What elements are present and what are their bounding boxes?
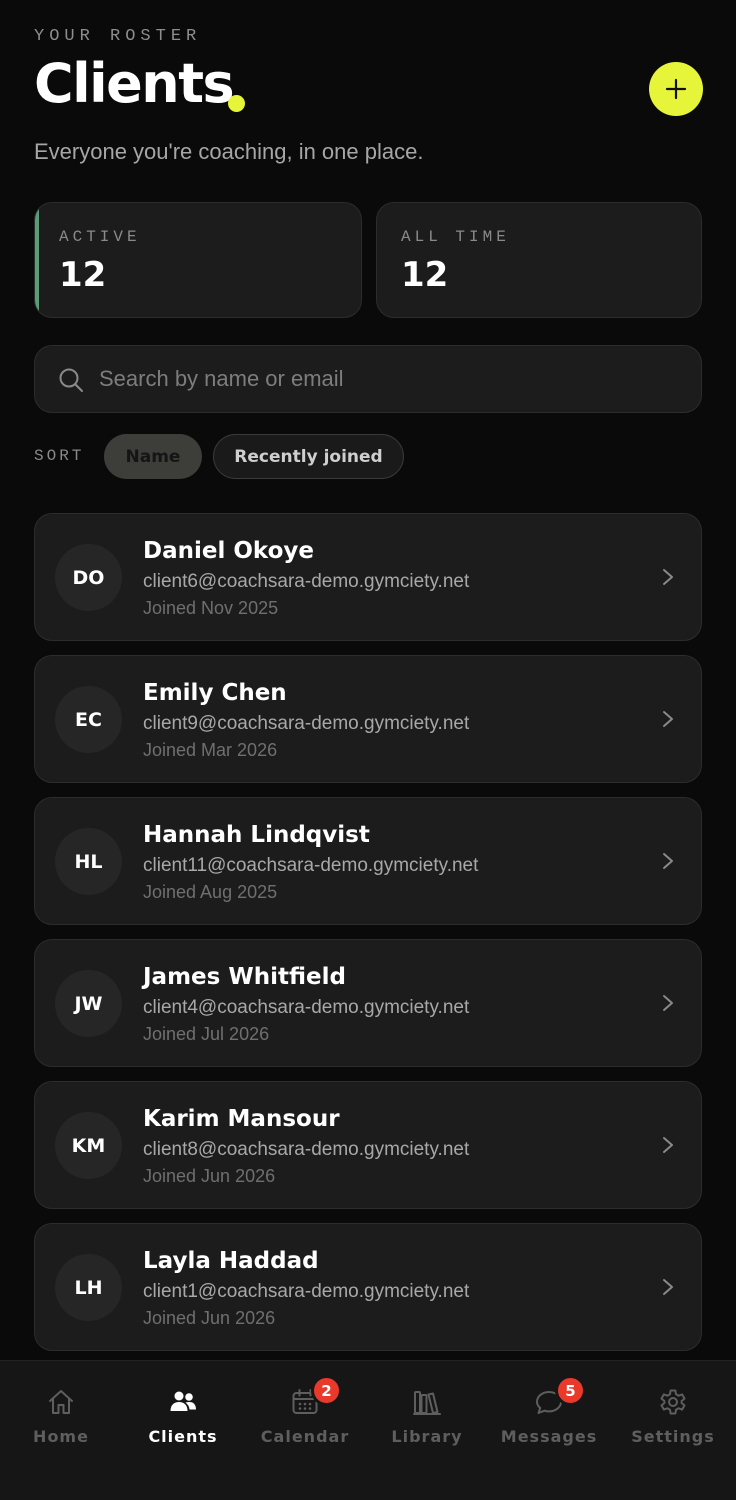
plus-icon [665, 78, 687, 100]
nav-label-settings: Settings [631, 1427, 715, 1446]
calendar-badge: 2 [311, 1375, 342, 1406]
sort-label: SORT [34, 447, 85, 465]
page-title: Clients [34, 52, 235, 115]
client-name: Karim Mansour [143, 1106, 340, 1132]
client-card[interactable]: EC Emily Chen client9@coachsara-demo.gymci… [34, 655, 702, 783]
client-email: client4@coachsara-demo.gymciety.net [143, 997, 470, 1018]
gear-icon [660, 1389, 686, 1415]
client-joined-date: Joined Nov 2025 [143, 598, 279, 618]
people-icon [170, 1391, 196, 1411]
client-joined-date: Joined Mar 2026 [143, 740, 278, 760]
avatar: JW [55, 970, 122, 1037]
client-name: James Whitfield [143, 964, 346, 990]
nav-label-clients: Clients [148, 1427, 218, 1446]
client-name: Layla Haddad [143, 1248, 319, 1274]
stat-value-all-time: 12 [401, 255, 449, 295]
nav-label-messages: Messages [500, 1427, 598, 1446]
chevron-right-icon [663, 569, 673, 585]
client-email: client1@coachsara-demo.gymciety.net [143, 1281, 470, 1302]
nav-item-messages[interactable]: 5 Messages [488, 1361, 610, 1461]
page-eyebrow: YOUR ROSTER [34, 27, 202, 46]
avatar: EC [55, 686, 122, 753]
home-icon [49, 1390, 73, 1414]
chevron-right-icon [663, 711, 673, 727]
client-joined-date: Joined Jun 2026 [143, 1166, 276, 1186]
client-name: Emily Chen [143, 680, 287, 706]
stat-label-all-time: ALL TIME [401, 228, 510, 246]
client-joined-date: Joined Aug 2025 [143, 882, 278, 902]
client-email: client8@coachsara-demo.gymciety.net [143, 1139, 470, 1160]
avatar: DO [55, 544, 122, 611]
client-card[interactable]: DO Daniel Okoye client6@coachsara-demo.gym… [34, 513, 702, 641]
stat-card-all-time: ALL TIME 12 [376, 202, 702, 318]
client-email: client6@coachsara-demo.gymciety.net [143, 571, 470, 592]
client-email: client9@coachsara-demo.gymciety.net [143, 713, 470, 734]
client-card[interactable]: LH Layla Haddad client1@coachsara-demo.gym… [34, 1223, 702, 1351]
client-name: Hannah Lindqvist [143, 822, 370, 848]
search-bar[interactable] [34, 345, 702, 413]
nav-item-settings[interactable]: Settings [612, 1361, 734, 1461]
client-card[interactable]: HL Hannah Lindqvist client11@coachsara-dem… [34, 797, 702, 925]
chevron-right-icon [663, 853, 673, 869]
active-accent-stripe [35, 203, 39, 317]
stat-card-active: ACTIVE 12 [34, 202, 362, 318]
nav-item-home[interactable]: Home [0, 1361, 122, 1461]
messages-badge: 5 [555, 1375, 586, 1406]
avatar: HL [55, 828, 122, 895]
nav-label-home: Home [33, 1427, 89, 1446]
chevron-right-icon [663, 995, 673, 1011]
client-card[interactable]: JW James Whitfield client4@coachsara-demo.… [34, 939, 702, 1067]
client-joined-date: Joined Jul 2026 [143, 1024, 270, 1044]
chevron-right-icon [663, 1137, 673, 1153]
page-subtitle: Everyone you're coaching, in one place. [34, 139, 424, 164]
search-input[interactable] [99, 346, 679, 412]
nav-item-clients[interactable]: Clients [122, 1361, 244, 1461]
client-name: Daniel Okoye [143, 538, 314, 564]
nav-label-calendar: Calendar [260, 1427, 350, 1446]
add-client-button[interactable] [649, 62, 703, 116]
stat-label-active: ACTIVE [59, 228, 141, 246]
title-accent-dot [228, 95, 245, 112]
nav-item-calendar[interactable]: 2 Calendar [244, 1361, 366, 1461]
nav-item-library[interactable]: Library [366, 1361, 488, 1461]
bottom-nav: Home Clients 2 Calendar Library 5 Messag… [0, 1360, 736, 1500]
avatar: LH [55, 1254, 122, 1321]
client-card[interactable]: KM Karim Mansour client8@coachsara-demo.gy… [34, 1081, 702, 1209]
client-joined-date: Joined Jun 2026 [143, 1308, 276, 1328]
stat-value-active: 12 [59, 255, 107, 295]
sort-chip-name[interactable]: Name [104, 434, 202, 479]
search-icon [59, 368, 83, 392]
nav-label-library: Library [391, 1427, 463, 1446]
client-email: client11@coachsara-demo.gymciety.net [143, 855, 479, 876]
sort-chip-recently-joined[interactable]: Recently joined [213, 434, 404, 479]
avatar: KM [55, 1112, 122, 1179]
chevron-right-icon [663, 1279, 673, 1295]
library-icon [413, 1391, 441, 1415]
